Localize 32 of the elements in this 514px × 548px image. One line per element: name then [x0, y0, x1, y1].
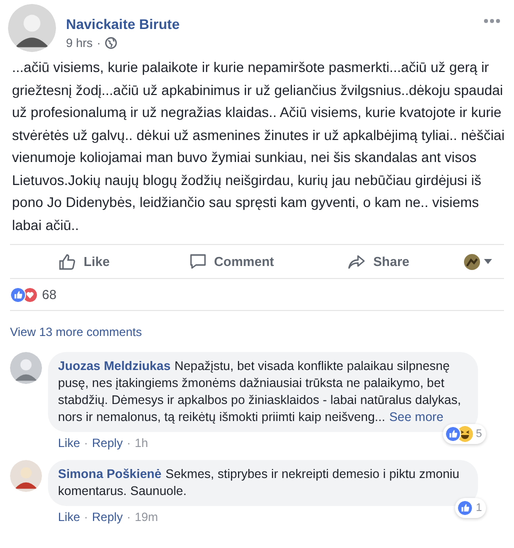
reply-link[interactable]: Reply	[92, 508, 123, 526]
laughing-face-icon	[456, 426, 473, 442]
post-time[interactable]: 9 hrs	[66, 34, 93, 52]
author-name[interactable]: Navickaite Birute	[66, 16, 180, 33]
separator-dot: ·	[126, 509, 131, 526]
see-more-link[interactable]: See more	[389, 410, 444, 424]
separator-dot: ·	[84, 435, 88, 452]
thumbs-up-icon	[58, 252, 78, 272]
like-link[interactable]: Like	[58, 434, 80, 452]
more-options-icon[interactable]	[483, 18, 501, 24]
separator-dot: ·	[96, 35, 101, 52]
separator-dot: ·	[84, 509, 88, 526]
comment-action-button[interactable]: Comment	[157, 245, 305, 278]
heart-icon	[22, 286, 38, 302]
globe-icon	[104, 37, 117, 49]
thumbs-up-icon	[10, 286, 26, 302]
comment-bubble: Simona Poškienė Sekmes, stiprybes ir nekreipti demesio i piktu zmoniu komentarus. Saunuole.	[48, 460, 478, 506]
reaction-count[interactable]: 68	[42, 284, 56, 304]
view-more-comments-link[interactable]: View 13 more comments	[10, 325, 142, 339]
thumbs-up-icon	[456, 500, 473, 516]
post-text: ...ačiū visiems, kurie palaikote ir kurie nepamiršote pasmerkti...ačiū už gerą ir griežtesnį žodį...ačiū už apkabinimus ir už geliančius žvilgsnius..dėkoju spaudai už profesionalumą ir už negražias klaidas.. Ačiū visiems, kurie kvatojote ir kurie stvėrėtės už galvų.. dėkui už asmenines žinutes ir už apkalbėjimą tyliai.. nėščiai vienumoje koliojamai man buvo žymiai sunkiau, nei šis skandalas ant visos Lietuvos.Jokių naujų blogų žodžių neišgirdau, kurių jau nebūčiau girdėjusi iš pono Jo Didenybės, leidžiančio sau spręsti kam gyventi, o kam ne.. visiems labai ačiū..	[11, 58, 506, 234]
comment-reaction-count: 1	[476, 500, 483, 516]
thumbs-up-icon	[444, 426, 461, 442]
speech-bubble-icon	[188, 252, 208, 272]
share-action-button[interactable]: Share	[304, 245, 452, 278]
like-action-button[interactable]: Like	[10, 245, 158, 278]
caret-icon	[484, 259, 492, 264]
reply-link[interactable]: Reply	[92, 434, 123, 452]
separator-dot: ·	[126, 435, 131, 452]
comment-bubble: Juozas Meldziukas Nepažįstu, bet visada konflikte palaikau silpnesnę pusę, nes įtakingiems žmonėms dažniausiai trūksta ne palaikymo, bet stabdžių. Dėmesys ir apkalbos po žiniasklaidos - labai natūralus dalykas, nors ir nemalonus, tą reikėtų išmokti priimti kaip neišveng... See more	[48, 352, 478, 432]
comment-reaction-count: 5	[476, 426, 483, 442]
like-link[interactable]: Like	[58, 508, 80, 526]
